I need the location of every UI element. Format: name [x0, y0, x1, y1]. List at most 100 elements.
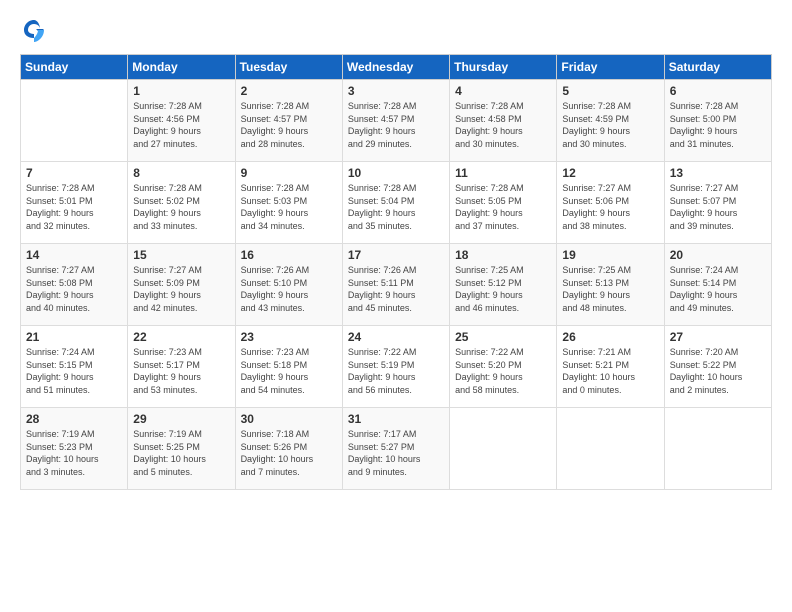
day-number: 5: [562, 84, 658, 98]
weekday-header: Saturday: [664, 55, 771, 80]
cell-text: Sunrise: 7:17 AMSunset: 5:27 PMDaylight:…: [348, 428, 444, 478]
day-number: 12: [562, 166, 658, 180]
page: SundayMondayTuesdayWednesdayThursdayFrid…: [0, 0, 792, 612]
day-number: 10: [348, 166, 444, 180]
cell-text: Sunrise: 7:21 AMSunset: 5:21 PMDaylight:…: [562, 346, 658, 396]
cell-text: Sunrise: 7:28 AMSunset: 5:00 PMDaylight:…: [670, 100, 766, 150]
cell-text: Sunrise: 7:25 AMSunset: 5:13 PMDaylight:…: [562, 264, 658, 314]
calendar-cell: 28 Sunrise: 7:19 AMSunset: 5:23 PMDayligh…: [21, 408, 128, 490]
calendar-cell: 8 Sunrise: 7:28 AMSunset: 5:02 PMDaylight…: [128, 162, 235, 244]
calendar-cell: 31 Sunrise: 7:17 AMSunset: 5:27 PMDayligh…: [342, 408, 449, 490]
calendar-cell: 23 Sunrise: 7:23 AMSunset: 5:18 PMDayligh…: [235, 326, 342, 408]
calendar-cell: 24 Sunrise: 7:22 AMSunset: 5:19 PMDayligh…: [342, 326, 449, 408]
cell-text: Sunrise: 7:22 AMSunset: 5:20 PMDaylight:…: [455, 346, 551, 396]
cell-text: Sunrise: 7:28 AMSunset: 5:02 PMDaylight:…: [133, 182, 229, 232]
calendar-cell: 12 Sunrise: 7:27 AMSunset: 5:06 PMDayligh…: [557, 162, 664, 244]
calendar-cell: 22 Sunrise: 7:23 AMSunset: 5:17 PMDayligh…: [128, 326, 235, 408]
cell-text: Sunrise: 7:28 AMSunset: 5:04 PMDaylight:…: [348, 182, 444, 232]
cell-text: Sunrise: 7:28 AMSunset: 5:03 PMDaylight:…: [241, 182, 337, 232]
calendar-cell: 14Sunrise: 7:27 AMSunset: 5:08 PMDayligh…: [21, 244, 128, 326]
weekday-row: SundayMondayTuesdayWednesdayThursdayFrid…: [21, 55, 772, 80]
calendar-cell: 17Sunrise: 7:26 AMSunset: 5:11 PMDayligh…: [342, 244, 449, 326]
calendar-cell: 30 Sunrise: 7:18 AMSunset: 5:26 PMDayligh…: [235, 408, 342, 490]
day-number: 30: [241, 412, 337, 426]
day-number: 25: [455, 330, 551, 344]
day-number: 7: [26, 166, 122, 180]
day-number: 24: [348, 330, 444, 344]
calendar-header: SundayMondayTuesdayWednesdayThursdayFrid…: [21, 55, 772, 80]
day-number: 13: [670, 166, 766, 180]
day-number: 19: [562, 248, 658, 262]
day-number: 2: [241, 84, 337, 98]
calendar-cell: 7 Sunrise: 7:28 AMSunset: 5:01 PMDaylight…: [21, 162, 128, 244]
day-number: 1: [133, 84, 229, 98]
cell-text: Sunrise: 7:20 AMSunset: 5:22 PMDaylight:…: [670, 346, 766, 396]
weekday-header: Friday: [557, 55, 664, 80]
day-number: 4: [455, 84, 551, 98]
cell-text: Sunrise: 7:28 AMSunset: 4:59 PMDaylight:…: [562, 100, 658, 150]
calendar-cell: [557, 408, 664, 490]
page-header: [20, 16, 772, 44]
calendar-body: 1 Sunrise: 7:28 AMSunset: 4:56 PMDaylight…: [21, 80, 772, 490]
day-number: 16: [241, 248, 337, 262]
cell-text: Sunrise: 7:28 AMSunset: 4:56 PMDaylight:…: [133, 100, 229, 150]
calendar-cell: 5 Sunrise: 7:28 AMSunset: 4:59 PMDaylight…: [557, 80, 664, 162]
cell-text: Sunrise: 7:25 AMSunset: 5:12 PMDaylight:…: [455, 264, 551, 314]
calendar-cell: 6 Sunrise: 7:28 AMSunset: 5:00 PMDaylight…: [664, 80, 771, 162]
calendar-week-row: 7 Sunrise: 7:28 AMSunset: 5:01 PMDaylight…: [21, 162, 772, 244]
day-number: 15: [133, 248, 229, 262]
weekday-header: Thursday: [450, 55, 557, 80]
cell-text: Sunrise: 7:28 AMSunset: 5:05 PMDaylight:…: [455, 182, 551, 232]
day-number: 28: [26, 412, 122, 426]
day-number: 29: [133, 412, 229, 426]
calendar-cell: 20 Sunrise: 7:24 AMSunset: 5:14 PMDayligh…: [664, 244, 771, 326]
calendar-cell: 3 Sunrise: 7:28 AMSunset: 4:57 PMDaylight…: [342, 80, 449, 162]
calendar-cell: 2 Sunrise: 7:28 AMSunset: 4:57 PMDaylight…: [235, 80, 342, 162]
cell-text: Sunrise: 7:24 AMSunset: 5:14 PMDaylight:…: [670, 264, 766, 314]
calendar-week-row: 28 Sunrise: 7:19 AMSunset: 5:23 PMDayligh…: [21, 408, 772, 490]
calendar-cell: 25 Sunrise: 7:22 AMSunset: 5:20 PMDayligh…: [450, 326, 557, 408]
day-number: 8: [133, 166, 229, 180]
cell-text: Sunrise: 7:23 AMSunset: 5:18 PMDaylight:…: [241, 346, 337, 396]
day-number: 31: [348, 412, 444, 426]
calendar-cell: [450, 408, 557, 490]
day-number: 3: [348, 84, 444, 98]
day-number: 11: [455, 166, 551, 180]
calendar-cell: 4 Sunrise: 7:28 AMSunset: 4:58 PMDaylight…: [450, 80, 557, 162]
cell-text: Sunrise: 7:22 AMSunset: 5:19 PMDaylight:…: [348, 346, 444, 396]
calendar-cell: 13 Sunrise: 7:27 AMSunset: 5:07 PMDayligh…: [664, 162, 771, 244]
weekday-header: Wednesday: [342, 55, 449, 80]
calendar-cell: [21, 80, 128, 162]
calendar-cell: 29 Sunrise: 7:19 AMSunset: 5:25 PMDayligh…: [128, 408, 235, 490]
calendar-cell: 11 Sunrise: 7:28 AMSunset: 5:05 PMDayligh…: [450, 162, 557, 244]
day-number: 6: [670, 84, 766, 98]
calendar-cell: 1 Sunrise: 7:28 AMSunset: 4:56 PMDaylight…: [128, 80, 235, 162]
cell-text: Sunrise: 7:28 AMSunset: 5:01 PMDaylight:…: [26, 182, 122, 232]
cell-text: Sunrise: 7:27 AMSunset: 5:06 PMDaylight:…: [562, 182, 658, 232]
day-number: 23: [241, 330, 337, 344]
calendar-cell: 21Sunrise: 7:24 AMSunset: 5:15 PMDayligh…: [21, 326, 128, 408]
calendar-week-row: 21Sunrise: 7:24 AMSunset: 5:15 PMDayligh…: [21, 326, 772, 408]
cell-text: Sunrise: 7:28 AMSunset: 4:57 PMDaylight:…: [348, 100, 444, 150]
cell-text: Sunrise: 7:19 AMSunset: 5:23 PMDaylight:…: [26, 428, 122, 478]
cell-text: Sunrise: 7:28 AMSunset: 4:58 PMDaylight:…: [455, 100, 551, 150]
day-number: 14: [26, 248, 122, 262]
calendar-cell: 10 Sunrise: 7:28 AMSunset: 5:04 PMDayligh…: [342, 162, 449, 244]
day-number: 20: [670, 248, 766, 262]
weekday-header: Monday: [128, 55, 235, 80]
cell-text: Sunrise: 7:19 AMSunset: 5:25 PMDaylight:…: [133, 428, 229, 478]
calendar-cell: 26Sunrise: 7:21 AMSunset: 5:21 PMDayligh…: [557, 326, 664, 408]
calendar-cell: [664, 408, 771, 490]
calendar-cell: 27Sunrise: 7:20 AMSunset: 5:22 PMDayligh…: [664, 326, 771, 408]
cell-text: Sunrise: 7:24 AMSunset: 5:15 PMDaylight:…: [26, 346, 122, 396]
cell-text: Sunrise: 7:28 AMSunset: 4:57 PMDaylight:…: [241, 100, 337, 150]
calendar-cell: 9Sunrise: 7:28 AMSunset: 5:03 PMDaylight…: [235, 162, 342, 244]
cell-text: Sunrise: 7:26 AMSunset: 5:10 PMDaylight:…: [241, 264, 337, 314]
cell-text: Sunrise: 7:23 AMSunset: 5:17 PMDaylight:…: [133, 346, 229, 396]
weekday-header: Sunday: [21, 55, 128, 80]
cell-text: Sunrise: 7:18 AMSunset: 5:26 PMDaylight:…: [241, 428, 337, 478]
cell-text: Sunrise: 7:27 AMSunset: 5:07 PMDaylight:…: [670, 182, 766, 232]
day-number: 22: [133, 330, 229, 344]
calendar-cell: 18Sunrise: 7:25 AMSunset: 5:12 PMDayligh…: [450, 244, 557, 326]
logo: [20, 16, 50, 44]
